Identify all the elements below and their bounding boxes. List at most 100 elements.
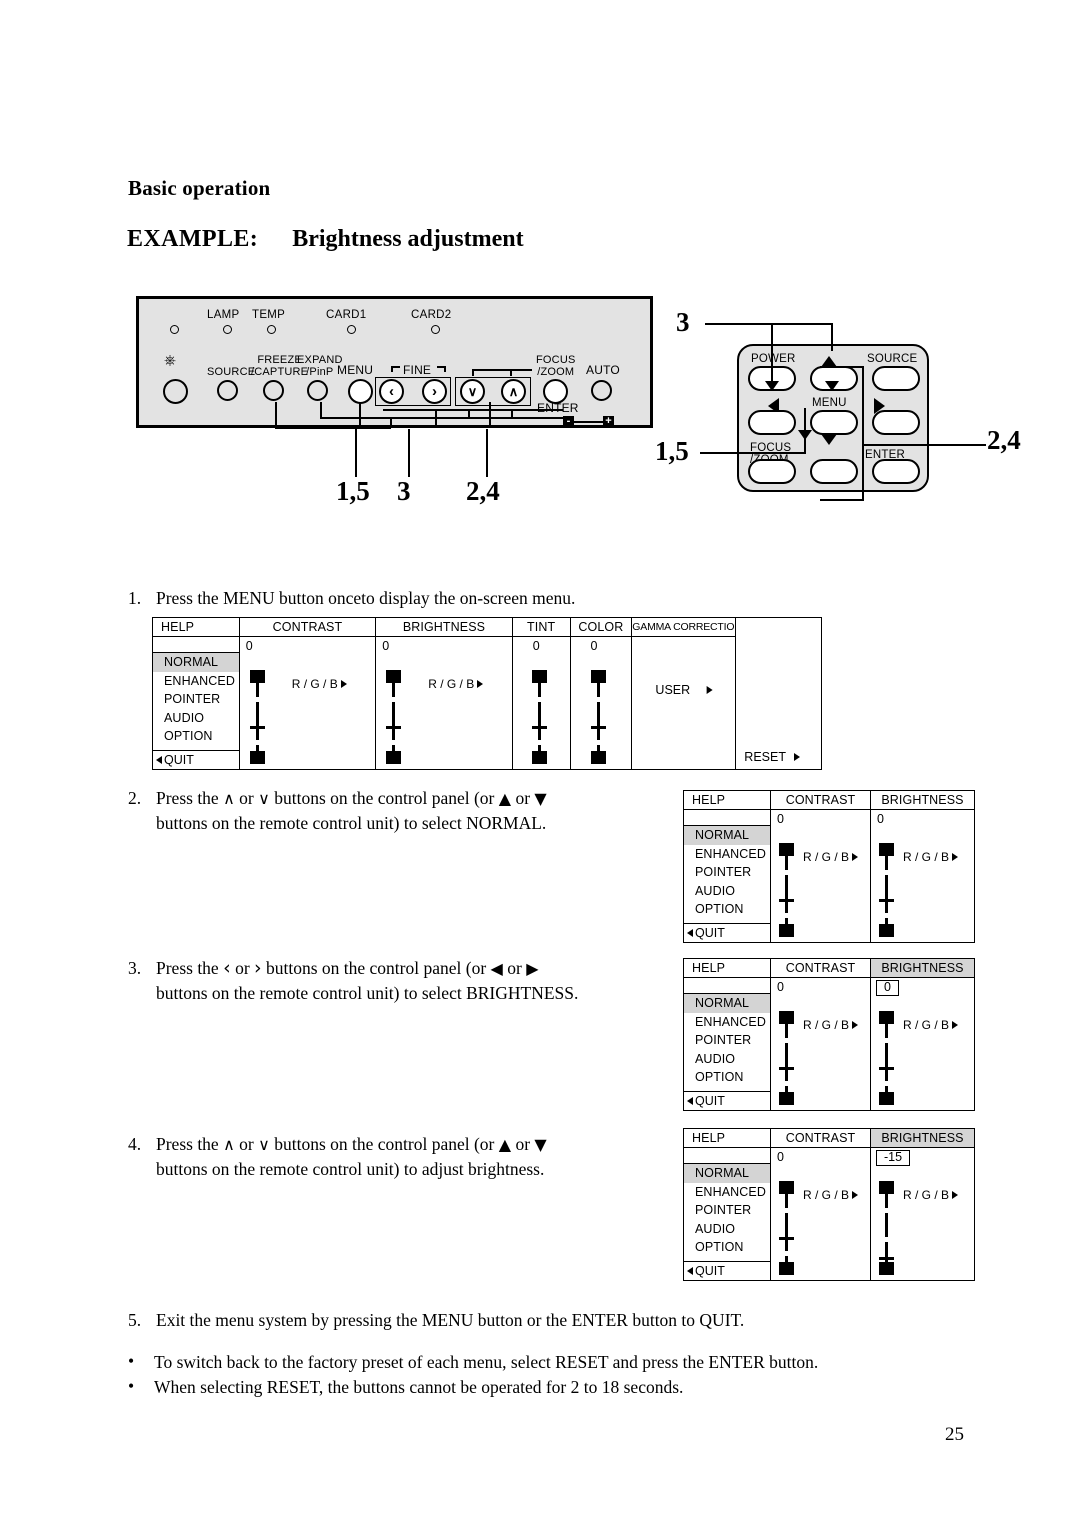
osd3-rgb-brightness[interactable]: R / G / B — [903, 1018, 959, 1032]
remote-button-focus-zoom[interactable] — [748, 459, 796, 484]
osd3-sidebar[interactable]: HELP NORMAL ENHANCED POINTER AUDIO OPTIO… — [684, 959, 771, 1110]
osd4-rgb-brightness[interactable]: R / G / B — [903, 1188, 959, 1202]
sidebar-item-audio[interactable]: AUDIO — [684, 1050, 770, 1069]
remote-button-menu[interactable] — [810, 410, 858, 435]
osd2-column-brightness[interactable]: BRIGHTNESS 0 R / G / B — [871, 791, 974, 942]
osd1-column-brightness[interactable]: BRIGHTNESS 0 R / G / B — [376, 618, 513, 769]
osd1-rgb-brightness[interactable]: R / G / B — [428, 677, 484, 691]
sidebar-item-enhanced[interactable]: ENHANCED — [153, 672, 239, 691]
sidebar-item-quit[interactable]: QUIT — [153, 750, 239, 769]
osd2-rgb-brightness[interactable]: R / G / B — [903, 850, 959, 864]
sidebar-item-pointer[interactable]: POINTER — [684, 1201, 770, 1220]
osd3-column-contrast[interactable]: CONTRAST 0 R / G / B — [771, 959, 871, 1110]
sidebar-item-normal[interactable]: NORMAL — [684, 1164, 770, 1183]
remote-button-right[interactable] — [872, 410, 920, 435]
osd2-column-contrast[interactable]: CONTRAST 0 R / G / B — [771, 791, 871, 942]
osd4-slider-contrast[interactable] — [779, 1181, 794, 1275]
osd3-rgb-contrast[interactable]: R / G / B — [803, 1018, 859, 1032]
osd-menu-step1[interactable]: HELP NORMAL ENHANCED POINTER AUDIO OPTIO… — [152, 617, 822, 770]
remote-button-down[interactable] — [810, 459, 858, 484]
right-triangle-icon — [852, 1021, 859, 1029]
osd1-slider-contrast[interactable] — [249, 670, 265, 764]
osd1-rgb-contrast[interactable]: R / G / B — [292, 677, 347, 691]
osd1-column-contrast[interactable]: CONTRAST 0 R / G / B — [239, 618, 377, 769]
wire-row-b — [320, 417, 563, 419]
remote-button-enter[interactable] — [872, 459, 920, 484]
osd1-slider-brightness[interactable] — [386, 670, 402, 764]
led-card2 — [431, 325, 440, 334]
osd1-column-gamma[interactable]: GAMMA CORRECTION USER — [632, 618, 737, 769]
osd4-rgb-contrast[interactable]: R / G / B — [803, 1188, 859, 1202]
control-button-freeze-capture[interactable] — [263, 380, 284, 401]
osd3-value-brightness: 0 — [876, 980, 899, 996]
sidebar-item-enhanced[interactable]: ENHANCED — [684, 1183, 770, 1202]
osd1-column-reset[interactable]: RESET — [736, 618, 821, 769]
osd1-slider-color[interactable] — [590, 670, 606, 764]
osd4-column-brightness[interactable]: BRIGHTNESS -15 R / G / B — [871, 1129, 974, 1280]
wire-tick-1 — [390, 417, 392, 428]
osd1-gamma-user[interactable]: USER — [655, 683, 713, 697]
osd1-reset[interactable]: RESET — [744, 750, 800, 764]
sidebar-item-option[interactable]: OPTION — [684, 1068, 770, 1087]
osd2-slider-contrast[interactable] — [779, 843, 794, 937]
sidebar-item-option[interactable]: OPTION — [153, 727, 239, 746]
step-1: 1. Press the MENU button onceto display … — [128, 586, 688, 611]
sidebar-item-quit[interactable]: QUIT — [684, 1091, 770, 1110]
osd2-rgb-contrast[interactable]: R / G / B — [803, 850, 859, 864]
sidebar-item-quit[interactable]: QUIT — [684, 923, 770, 942]
control-button-auto[interactable] — [591, 380, 612, 401]
sidebar-item-normal[interactable]: NORMAL — [153, 653, 239, 672]
osd4-slider-brightness[interactable] — [879, 1181, 894, 1275]
sidebar-item-normal[interactable]: NORMAL — [684, 826, 770, 845]
sidebar-item-audio[interactable]: AUDIO — [153, 709, 239, 728]
osd4-column-contrast[interactable]: CONTRAST 0 R / G / B — [771, 1129, 871, 1280]
osd3-slider-contrast[interactable] — [779, 1011, 794, 1105]
sidebar-item-enhanced[interactable]: ENHANCED — [684, 1013, 770, 1032]
remote-button-left[interactable] — [748, 410, 796, 435]
sidebar-item-pointer[interactable]: POINTER — [684, 1031, 770, 1050]
osd3-header-brightness: BRIGHTNESS — [871, 959, 974, 978]
control-button-expand-pinp[interactable] — [307, 380, 328, 401]
osd1-column-tint[interactable]: TINT 0 — [512, 618, 571, 769]
step-2-text: Press the ∧ or ∨ buttons on the control … — [156, 788, 547, 833]
sidebar-item-audio[interactable]: AUDIO — [684, 1220, 770, 1239]
osd-menu-step3[interactable]: HELP NORMAL ENHANCED POINTER AUDIO OPTIO… — [683, 958, 975, 1111]
osd1-value-contrast: 0 — [245, 639, 253, 653]
control-button-source[interactable] — [217, 380, 238, 401]
step-4: 4. Press the ∧ or ∨ buttons on the contr… — [128, 1132, 688, 1182]
led-power — [170, 325, 179, 334]
remote-button-source[interactable] — [872, 366, 920, 391]
osd-menu-step2[interactable]: HELP NORMAL ENHANCED POINTER AUDIO OPTIO… — [683, 790, 975, 943]
osd3-slider-brightness[interactable] — [879, 1011, 894, 1105]
right-triangle-icon — [477, 680, 484, 688]
osd4-sidebar[interactable]: HELP NORMAL ENHANCED POINTER AUDIO OPTIO… — [684, 1129, 771, 1280]
osd3-column-brightness[interactable]: BRIGHTNESS 0 R / G / B — [871, 959, 974, 1110]
sidebar-item-option[interactable]: OPTION — [684, 900, 770, 919]
osd1-header-color: COLOR — [570, 618, 632, 637]
sidebar-item-option[interactable]: OPTION — [684, 1238, 770, 1257]
minus-indicator: - — [563, 416, 574, 427]
sidebar-item-enhanced[interactable]: ENHANCED — [684, 845, 770, 864]
wire-updown-v — [489, 402, 491, 428]
control-button-fine-right[interactable]: › — [422, 379, 447, 404]
control-button-down[interactable]: ∨ — [460, 379, 485, 404]
osd2-sidebar[interactable]: HELP NORMAL ENHANCED POINTER AUDIO OPTIO… — [684, 791, 771, 942]
sidebar-item-audio[interactable]: AUDIO — [684, 882, 770, 901]
sidebar-item-pointer[interactable]: POINTER — [684, 863, 770, 882]
control-button-up[interactable]: ∧ — [501, 379, 526, 404]
osd-menu-step4[interactable]: HELP NORMAL ENHANCED POINTER AUDIO OPTIO… — [683, 1128, 975, 1281]
osd1-column-color[interactable]: COLOR 0 — [570, 618, 633, 769]
sidebar-item-normal[interactable]: NORMAL — [684, 994, 770, 1013]
osd2-header-contrast: CONTRAST — [771, 791, 870, 810]
control-button-fine-left[interactable]: ‹ — [379, 379, 404, 404]
osd2-slider-brightness[interactable] — [879, 843, 894, 937]
step-5-text: Exit the menu system by pressing the MEN… — [156, 1310, 745, 1330]
callout-remote-24: 2,4 — [987, 425, 1021, 455]
control-button-power[interactable] — [163, 379, 188, 404]
osd1-sidebar[interactable]: HELP NORMAL ENHANCED POINTER AUDIO OPTIO… — [153, 618, 240, 769]
sidebar-item-quit[interactable]: QUIT — [684, 1261, 770, 1280]
sidebar-item-pointer[interactable]: POINTER — [153, 690, 239, 709]
control-button-menu[interactable] — [348, 379, 373, 404]
leader-line-3 — [408, 429, 410, 477]
osd1-slider-tint[interactable] — [531, 670, 547, 764]
